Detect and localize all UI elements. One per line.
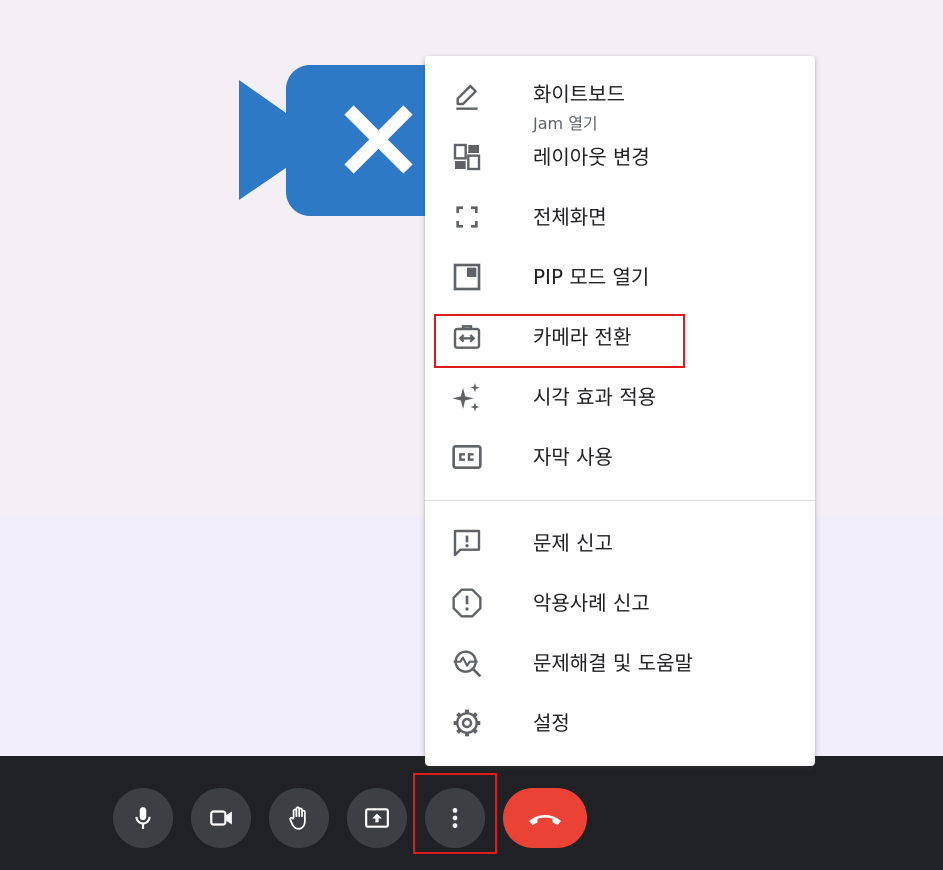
troubleshoot-icon — [451, 647, 483, 679]
microphone-button[interactable] — [113, 788, 173, 848]
menu-item-label: 문제해결 및 도움말 — [533, 651, 693, 675]
raise-hand-button[interactable] — [269, 788, 329, 848]
menu-item-settings[interactable]: 설정 — [425, 693, 815, 753]
menu-item-label: PIP 모드 열기 — [533, 265, 650, 289]
menu-item-open-pip[interactable]: PIP 모드 열기 — [425, 247, 815, 307]
fullscreen-icon — [451, 201, 483, 233]
menu-item-label: 문제 신고 — [533, 531, 613, 555]
settings-gear-icon — [451, 707, 483, 739]
menu-item-label: 화이트보드 — [533, 82, 625, 106]
picture-in-picture-icon — [451, 261, 483, 293]
present-screen-button[interactable] — [347, 788, 407, 848]
menu-item-change-layout[interactable]: 레이아웃 변경 — [425, 127, 815, 187]
highlight-more-options — [413, 773, 497, 854]
highlight-switch-camera — [434, 314, 685, 368]
menu-divider — [425, 500, 815, 501]
menu-item-report-problem[interactable]: 문제 신고 — [425, 513, 815, 573]
microphone-icon — [135, 807, 151, 829]
menu-item-label: 설정 — [533, 711, 570, 735]
menu-item-label: 레이아웃 변경 — [533, 145, 650, 169]
feedback-icon — [451, 527, 483, 559]
menu-item-label: 전체화면 — [533, 205, 607, 229]
menu-item-captions[interactable]: 자막 사용 — [425, 427, 815, 487]
camera-icon — [210, 810, 232, 826]
closed-captions-icon — [451, 441, 483, 473]
menu-item-label: 자막 사용 — [533, 445, 613, 469]
menu-item-troubleshooting-help[interactable]: 문제해결 및 도움말 — [425, 633, 815, 693]
more-options-menu: 화이트보드 Jam 열기 레이아웃 변경 전체화면 PIP 모드 열기 카메라 … — [425, 56, 815, 766]
pencil-icon — [451, 80, 483, 112]
menu-item-whiteboard[interactable]: 화이트보드 Jam 열기 — [425, 66, 815, 133]
menu-item-visual-effects[interactable]: 시각 효과 적용 — [425, 367, 815, 427]
menu-item-label: 악용사례 신고 — [533, 591, 650, 615]
report-icon — [451, 587, 483, 619]
menu-item-fullscreen[interactable]: 전체화면 — [425, 187, 815, 247]
raise-hand-icon — [289, 806, 306, 830]
present-screen-icon — [365, 808, 389, 828]
menu-item-label: 시각 효과 적용 — [533, 385, 657, 409]
end-call-icon — [529, 815, 561, 825]
end-call-button[interactable] — [503, 788, 587, 848]
camera-button[interactable] — [191, 788, 251, 848]
sparkle-icon — [451, 381, 483, 413]
layout-icon — [451, 141, 483, 173]
menu-item-report-abuse[interactable]: 악용사례 신고 — [425, 573, 815, 633]
